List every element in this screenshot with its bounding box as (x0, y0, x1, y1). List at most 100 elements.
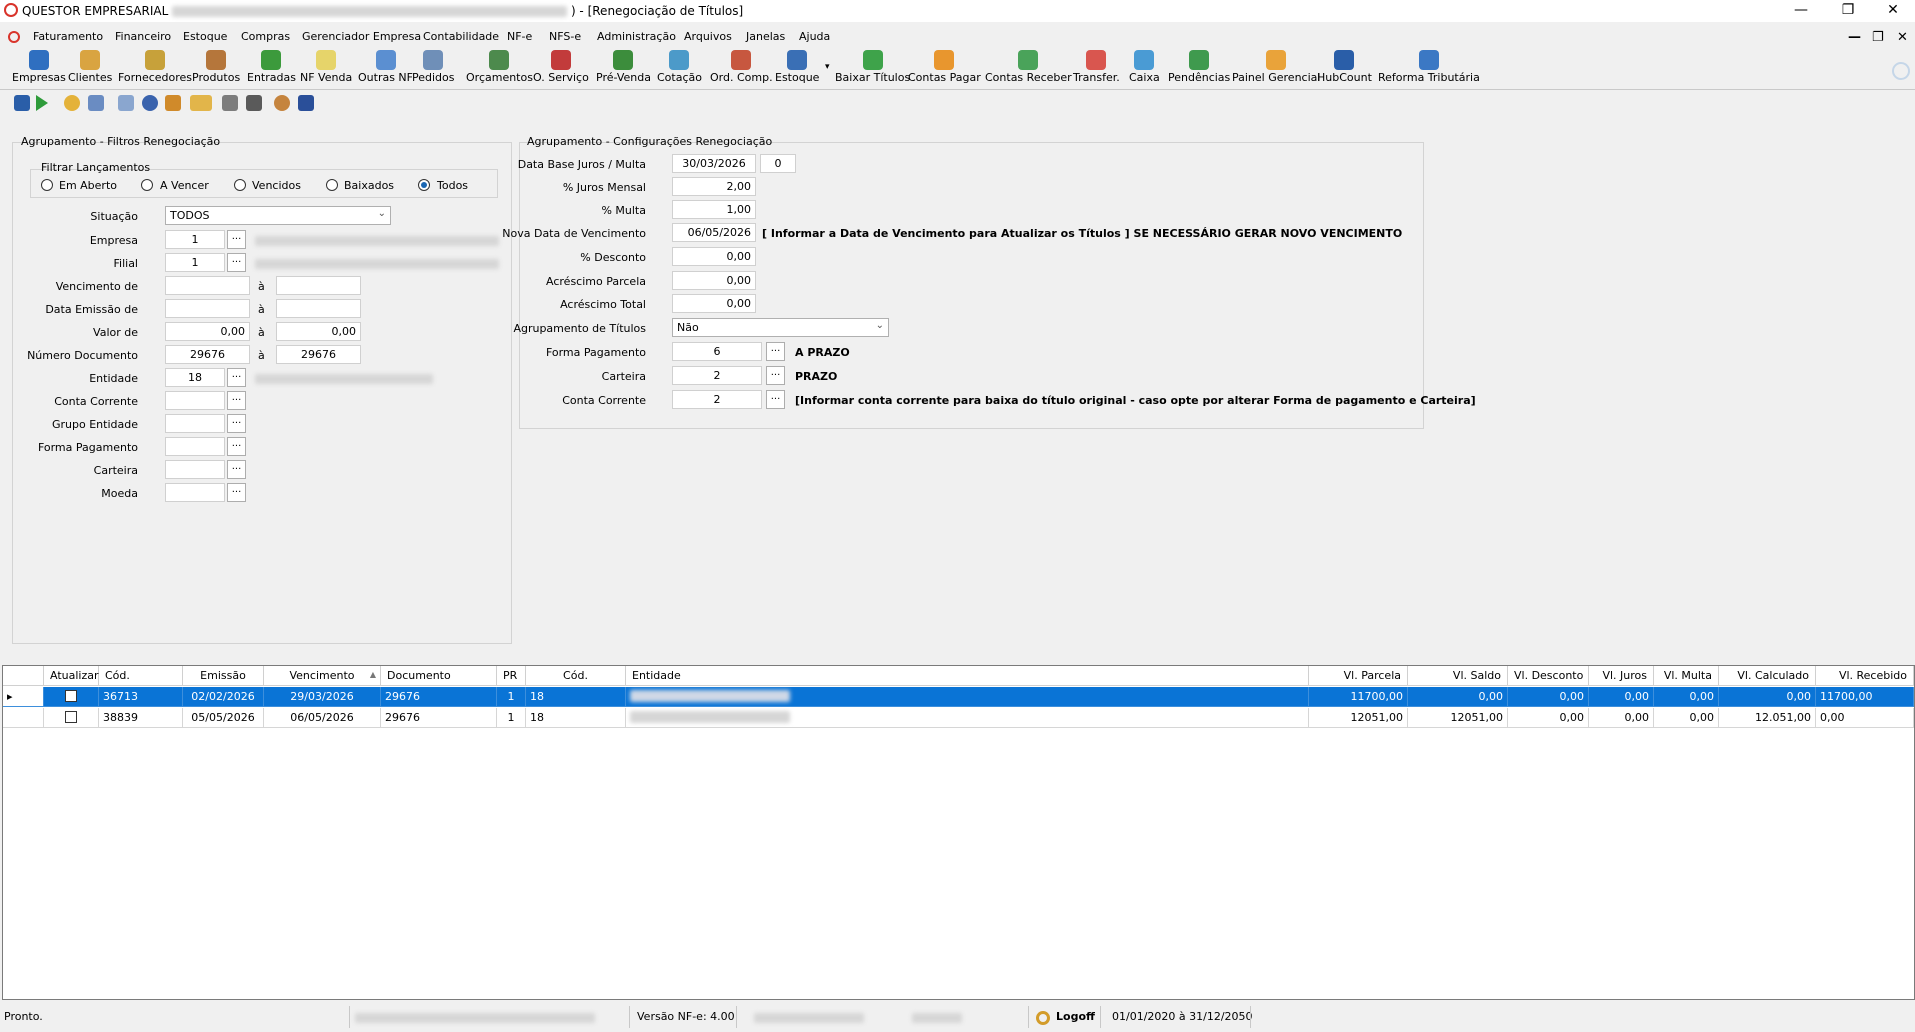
toolbar-reforma-tributaria-button[interactable]: Reforma Tributária (1378, 50, 1480, 84)
estoque-dropdown-icon[interactable]: ▾ (825, 62, 830, 72)
grupo-entidade-input[interactable] (165, 414, 225, 433)
radio-a-vencer[interactable] (141, 179, 153, 191)
calendar-icon[interactable] (88, 95, 104, 111)
menu-faturamento[interactable]: Faturamento (33, 30, 103, 43)
atualizar-cell[interactable] (44, 708, 99, 728)
grid-header-vl-recebido[interactable]: Vl. Recebido (1816, 666, 1914, 686)
cut-icon[interactable] (222, 95, 238, 111)
menu-ajuda[interactable]: Ajuda (799, 30, 830, 43)
toolbar-clientes-button[interactable]: Clientes (68, 50, 112, 84)
mdi-minimize-icon[interactable]: — (1848, 30, 1861, 45)
print-icon[interactable] (246, 95, 262, 111)
forma-pagamento-input[interactable] (165, 437, 225, 456)
radio-em-aberto[interactable] (41, 179, 53, 191)
filial-lookup-button[interactable]: ... (227, 253, 246, 272)
entidade-lookup-button[interactable]: ... (227, 368, 246, 387)
grid-header-entidade[interactable]: Entidade (626, 666, 1309, 686)
config-carteira-input[interactable]: 2 (672, 366, 762, 385)
radio-baixados[interactable] (326, 179, 338, 191)
menu-administracao[interactable]: Administração (597, 30, 676, 43)
valor-to-input[interactable]: 0,00 (276, 322, 361, 341)
toolbar-transferencia-button[interactable]: Transfer. (1073, 50, 1120, 84)
valor-from-input[interactable]: 0,00 (165, 322, 250, 341)
book-icon[interactable] (298, 95, 314, 111)
menu-nfe[interactable]: NF-e (507, 30, 532, 43)
menu-gerenciador-empresa[interactable]: Gerenciador Empresa (302, 30, 421, 43)
data-base-input[interactable]: 30/03/2026 (672, 154, 756, 173)
user-icon[interactable] (274, 95, 290, 111)
grid-header-cod-entidade[interactable]: Cód. (526, 666, 626, 686)
tools-icon[interactable] (118, 95, 134, 111)
grid-header-vl-juros[interactable]: Vl. Juros (1589, 666, 1654, 686)
multa-input[interactable]: 1,00 (672, 200, 756, 219)
filial-input[interactable]: 1 (165, 253, 225, 272)
menu-compras[interactable]: Compras (241, 30, 290, 43)
numero-documento-from-input[interactable]: 29676 (165, 345, 250, 364)
grid-header-vencimento[interactable]: Vencimento ▲ (264, 666, 381, 686)
grid-header-atualizar[interactable]: Atualizar (44, 666, 99, 686)
emissao-from-input[interactable] (165, 299, 250, 318)
numero-documento-to-input[interactable]: 29676 (276, 345, 361, 364)
grid-header-vl-multa[interactable]: Vl. Multa (1654, 666, 1719, 686)
open-folder-icon[interactable] (190, 95, 212, 111)
conta-corrente-input[interactable] (165, 391, 225, 410)
toolbar-baixar-titulos-button[interactable]: Baixar Títulos (835, 50, 910, 84)
nova-data-input[interactable]: 06/05/2026 (672, 223, 756, 242)
toolbar-ordem-servico-button[interactable]: O. Serviço (533, 50, 589, 84)
grid-header-vl-parcela[interactable]: Vl. Parcela (1309, 666, 1408, 686)
close-icon[interactable]: ✕ (1870, 0, 1915, 22)
acrescimo-parcela-input[interactable]: 0,00 (672, 271, 756, 290)
menu-janelas[interactable]: Janelas (746, 30, 785, 43)
menu-contabilidade[interactable]: Contabilidade (423, 30, 499, 43)
moeda-input[interactable] (165, 483, 225, 502)
radio-vencidos[interactable] (234, 179, 246, 191)
grid-header-vl-saldo[interactable]: Vl. Saldo (1408, 666, 1508, 686)
toolbar-pendencias-button[interactable]: Pendências (1168, 50, 1230, 84)
toolbar-estoque-button[interactable]: Estoque (775, 50, 819, 84)
data-base-days-input[interactable]: 0 (760, 154, 796, 173)
menu-nfse[interactable]: NFS-e (549, 30, 581, 43)
toolbar-pre-venda-button[interactable]: Pré-Venda (596, 50, 651, 84)
config-forma-pagamento-input[interactable]: 6 (672, 342, 762, 361)
toolbar-empresas-button[interactable]: Empresas (12, 50, 66, 84)
grid-header-emissao[interactable]: Emissão (183, 666, 264, 686)
titles-grid[interactable]: Atualizar Cód. Emissão Vencimento ▲ Docu… (2, 665, 1915, 1000)
toolbar-nf-venda-button[interactable]: NF Venda (300, 50, 352, 84)
restore-icon[interactable]: ❐ (1825, 0, 1871, 22)
grid-header-vl-calculado[interactable]: Vl. Calculado (1719, 666, 1816, 686)
gear-icon[interactable] (142, 95, 158, 111)
toolbar-produtos-button[interactable]: Produtos (192, 50, 240, 84)
toolbar-orcamentos-button[interactable]: Orçamentos (466, 50, 533, 84)
minimize-icon[interactable]: — (1778, 0, 1824, 22)
forma-pagamento-lookup-button[interactable]: ... (227, 437, 246, 456)
atualizar-cell[interactable] (44, 687, 99, 707)
toolbar-cotacao-button[interactable]: Cotação (657, 50, 702, 84)
agrupamento-select[interactable]: Não ⌄ (672, 318, 889, 337)
empresa-input[interactable]: 1 (165, 230, 225, 249)
menu-arquivos[interactable]: Arquivos (684, 30, 732, 43)
binoculars-icon[interactable] (14, 95, 30, 111)
menu-financeiro[interactable]: Financeiro (115, 30, 171, 43)
entidade-input[interactable]: 18 (165, 368, 225, 387)
toolbar-entradas-button[interactable]: Entradas (247, 50, 296, 84)
toolbar-pedidos-button[interactable]: Pedidos (412, 50, 455, 84)
toolbar-painel-gerencial-button[interactable]: Painel Gerencial (1232, 50, 1320, 84)
emissao-to-input[interactable] (276, 299, 361, 318)
situacao-select[interactable]: TODOS ⌄ (165, 206, 391, 225)
mdi-restore-icon[interactable]: ❐ (1872, 30, 1884, 45)
grid-header-vl-desconto[interactable]: Vl. Desconto (1508, 666, 1589, 686)
config-conta-corrente-input[interactable]: 2 (672, 390, 762, 409)
conta-corrente-lookup-button[interactable]: ... (227, 391, 246, 410)
config-forma-pagamento-lookup-button[interactable]: ... (766, 342, 785, 361)
config-conta-corrente-lookup-button[interactable]: ... (766, 390, 785, 409)
vencimento-to-input[interactable] (276, 276, 361, 295)
toolbar-ordem-compra-button[interactable]: Ord. Comp. (710, 50, 773, 84)
logoff-button[interactable]: Logoff (1056, 1010, 1095, 1023)
carteira-lookup-button[interactable]: ... (227, 460, 246, 479)
toolbar-caixa-button[interactable]: Caixa (1129, 50, 1160, 84)
config-carteira-lookup-button[interactable]: ... (766, 366, 785, 385)
desconto-input[interactable]: 0,00 (672, 247, 756, 266)
vencimento-from-input[interactable] (165, 276, 250, 295)
help-icon[interactable] (64, 95, 80, 111)
toolbar-hubcount-button[interactable]: HubCount (1317, 50, 1372, 84)
